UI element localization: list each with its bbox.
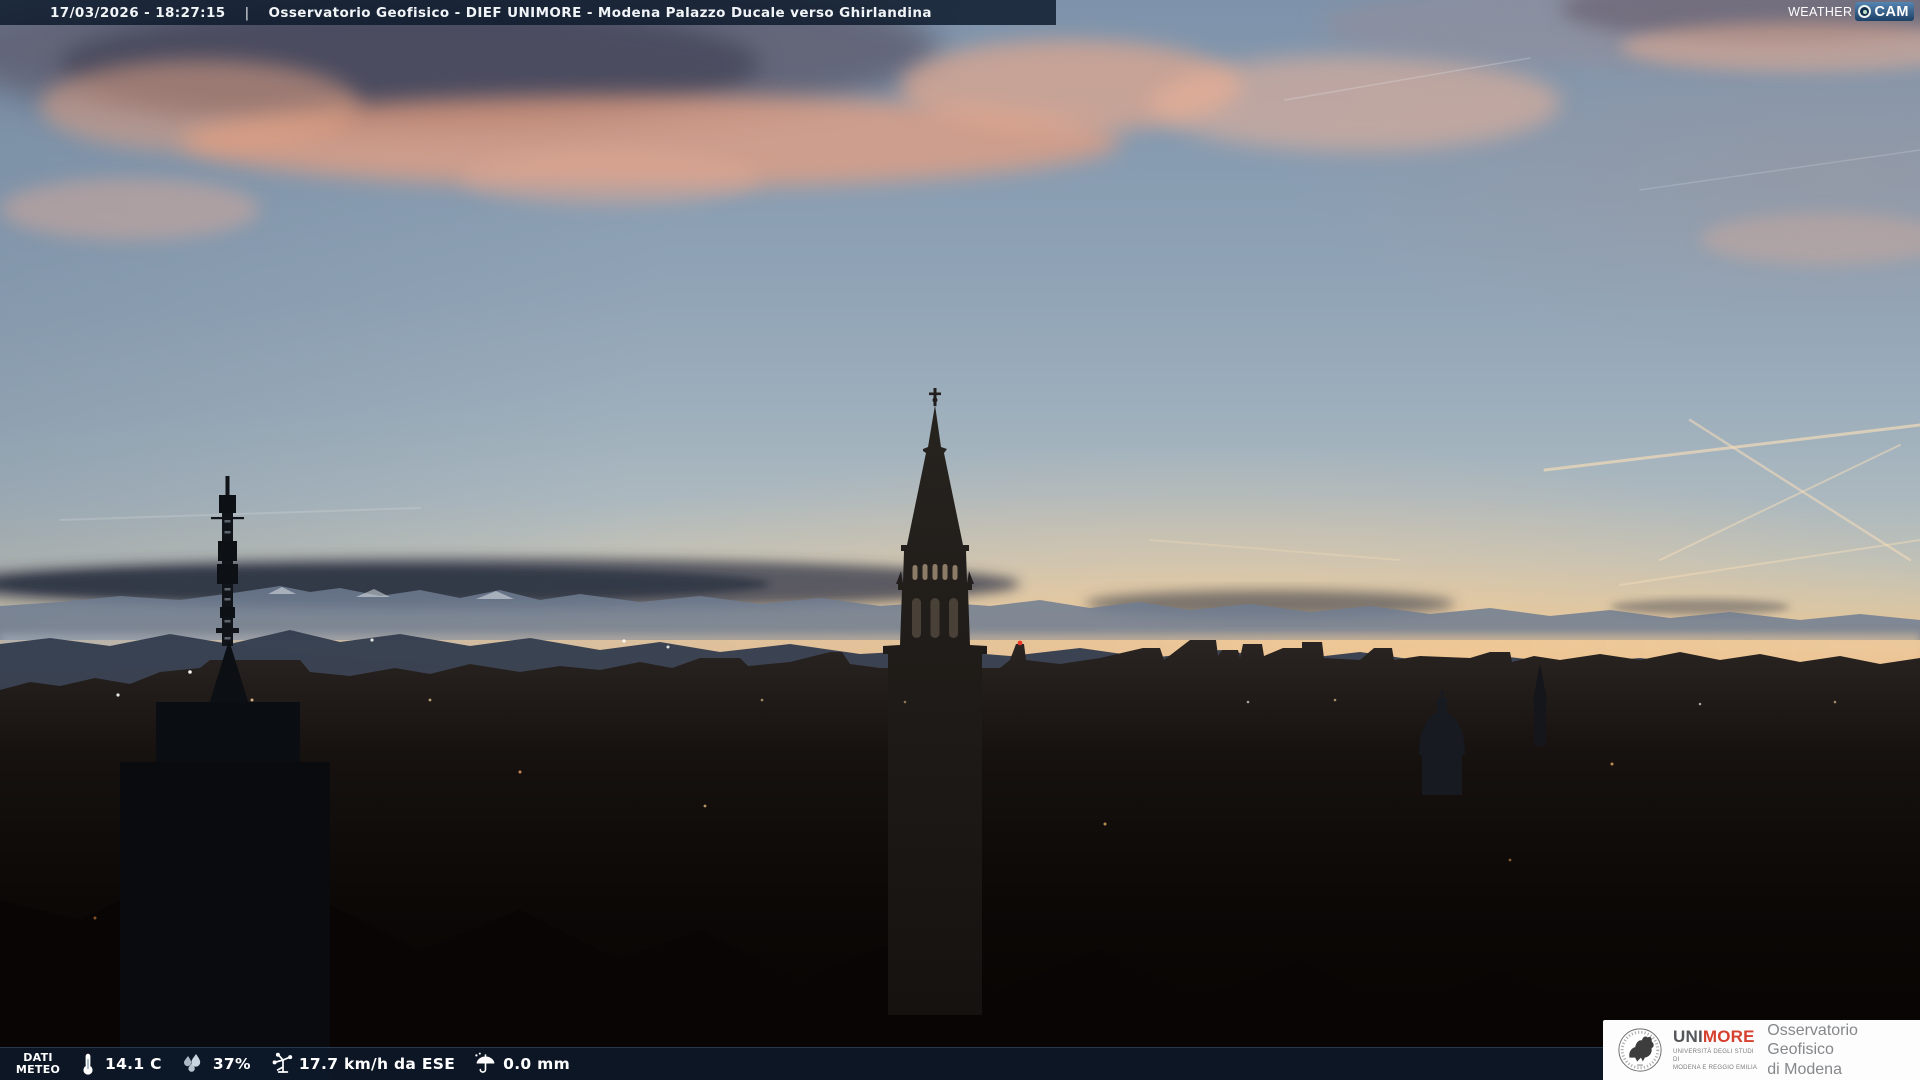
weathercam-cam-label: CAM [1874, 3, 1909, 20]
thermometer-icon [83, 1053, 93, 1075]
humidity-value: 37% [212, 1055, 251, 1073]
top-bar: 17/03/2026 - 18:27:15 | Osservatorio Geo… [0, 0, 1056, 25]
unimore-more-text: MORE [1702, 1026, 1755, 1046]
webcam-frame: 17/03/2026 - 18:27:15 | Osservatorio Geo… [0, 0, 1920, 1080]
weathercam-weather-label: Weather [1788, 4, 1853, 19]
datetime-label: 17/03/2026 - 18:27:15 [50, 4, 226, 21]
separator: | [244, 4, 250, 21]
observatory-label: Osservatorio Geofisico di Modena [1767, 1021, 1858, 1078]
ghirlandina-tower [883, 388, 987, 1015]
temperature-metric: 14.1 C [77, 1052, 162, 1076]
weathercam-badge: CAM [1855, 2, 1914, 21]
dati-meteo-label: DATI METEO [15, 1051, 61, 1076]
unimore-credit[interactable]: UNIMORE UNIVERSITÀ DEGLI STUDI DI MODENA… [1603, 1020, 1920, 1080]
city-scene [0, 57, 1920, 1080]
humidity-metric: 37% [179, 1052, 251, 1076]
unimore-seal-icon [1618, 1028, 1662, 1072]
camera-lens-icon [1858, 5, 1872, 18]
unimore-wordmark: UNIMORE UNIVERSITÀ DEGLI STUDI DI MODENA… [1673, 1028, 1757, 1072]
rain-value: 0.0 mm [503, 1055, 571, 1073]
humidity-drops-icon [183, 1054, 201, 1072]
anemometer-icon [272, 1052, 293, 1073]
rain-umbrella-icon [475, 1052, 495, 1073]
camera-title: Osservatorio Geofisico - DIEF UNIMORE - … [268, 4, 932, 21]
red-beacon-light [1017, 640, 1023, 646]
temperature-value: 14.1 C [105, 1055, 162, 1073]
weathercam-logo[interactable]: Weather CAM [1788, 2, 1914, 21]
wind-metric: 17.7 km/h da ESE [269, 1052, 455, 1076]
wind-value: 17.7 km/h da ESE [298, 1055, 456, 1073]
rain-metric: 0.0 mm [473, 1052, 570, 1076]
unimore-uni-text: UNI [1673, 1026, 1703, 1046]
university-subtitle: UNIVERSITÀ DEGLI STUDI DI MODENA E REGGI… [1673, 1048, 1758, 1072]
contrails [59, 57, 1920, 586]
